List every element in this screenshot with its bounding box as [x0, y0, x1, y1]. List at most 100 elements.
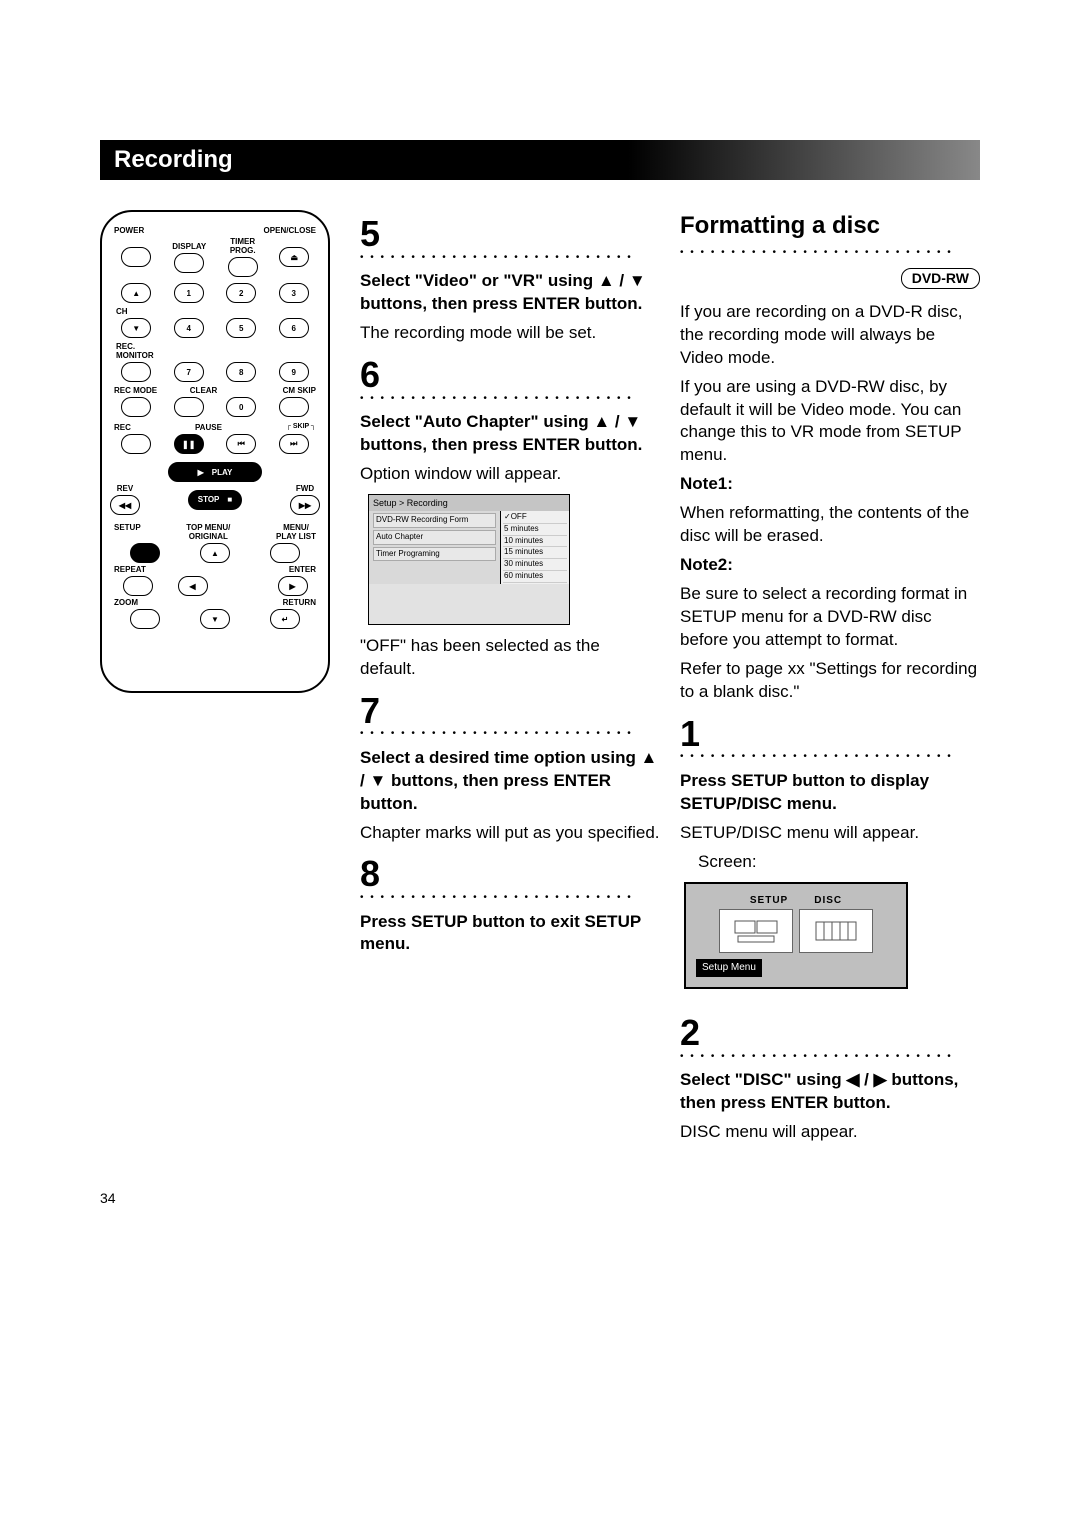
display-button[interactable] — [174, 253, 204, 273]
ow-opt-2: 10 minutes — [503, 536, 567, 548]
digit-2[interactable]: 2 — [226, 283, 256, 303]
ch-up-button[interactable]: ▲ — [121, 283, 151, 303]
digit-6[interactable]: 6 — [279, 318, 309, 338]
dvd-rw-badge: DVD-RW — [901, 268, 980, 289]
intro-1: If you are recording on a DVD-R disc, th… — [680, 301, 980, 370]
menuplaylist-label: MENU/ PLAY LIST — [276, 523, 316, 541]
fwd-label: FWD — [296, 484, 314, 493]
step-5-body: The recording mode will be set. — [360, 322, 660, 345]
step-6-after: "OFF" has been selected as the default. — [360, 635, 660, 681]
digit-7[interactable]: 7 — [174, 362, 204, 382]
timerprog-label: TIMER PROG. — [230, 237, 256, 255]
clear-label: CLEAR — [190, 386, 218, 395]
setup-button[interactable] — [130, 543, 160, 563]
disc-tab-label: DISC — [814, 894, 842, 908]
note2-text-b: Refer to page xx "Settings for recording… — [680, 658, 980, 704]
digit-5[interactable]: 5 — [226, 318, 256, 338]
enter-label: ENTER — [289, 565, 316, 574]
ch-label: CH — [116, 307, 314, 316]
digit-3[interactable]: 3 — [279, 283, 309, 303]
clear-button[interactable] — [174, 397, 204, 417]
ow-opt-3: 15 minutes — [503, 547, 567, 559]
cmskip-button[interactable] — [279, 397, 309, 417]
timerprog-button[interactable] — [228, 257, 258, 277]
ow-row-0: DVD-RW Recording Form — [373, 513, 496, 528]
nav-down-button[interactable]: ▼ — [200, 609, 230, 629]
skip-label: SKIP — [293, 423, 309, 430]
recmode-label: REC MODE — [114, 386, 157, 395]
zoom-label: ZOOM — [114, 598, 138, 607]
ow-row-2: Timer Programing — [373, 547, 496, 562]
ow-opt-4: 30 minutes — [503, 559, 567, 571]
setup-caption: Setup Menu — [696, 959, 762, 977]
pause-label: PAUSE — [195, 423, 222, 432]
pause-button[interactable]: ❚❚ — [174, 434, 204, 454]
setup-disc-screen: SETUP DISC — [684, 882, 908, 989]
step-7-instruction: Select a desired time option using ▲ / ▼… — [360, 747, 660, 816]
fwd-button[interactable]: ▶▶ — [290, 495, 320, 515]
openclose-button[interactable]: ⏏ — [279, 247, 309, 267]
nav-up-button[interactable]: ▲ — [200, 543, 230, 563]
rev-label: REV — [117, 484, 133, 493]
step-6-instruction: Select "Auto Chapter" using ▲ / ▼ button… — [360, 411, 660, 457]
display-label: DISPLAY — [172, 242, 206, 251]
ow-row-1: Auto Chapter — [373, 530, 496, 545]
section-header: Recording — [100, 140, 980, 180]
step-8-instruction: Press SETUP button to exit SETUP menu. — [360, 911, 660, 957]
power-label: POWER — [114, 226, 144, 235]
skip-fwd-button[interactable]: ⏭ — [279, 434, 309, 454]
setup-icon — [719, 909, 793, 953]
option-window-diagram: Setup > Recording DVD-RW Recording Form … — [368, 494, 570, 625]
digit-9[interactable]: 9 — [279, 362, 309, 382]
return-label: RETURN — [283, 598, 316, 607]
step-6-body: Option window will appear. — [360, 463, 660, 486]
setup-label: SETUP — [114, 523, 141, 541]
step-7-body: Chapter marks will put as you specified. — [360, 822, 660, 845]
digit-0[interactable]: 0 — [226, 397, 256, 417]
note2-label: Note2: — [680, 555, 733, 574]
step-2-instruction: Select "DISC" using ◀ / ▶ buttons, then … — [680, 1069, 980, 1115]
recmode-button[interactable] — [121, 397, 151, 417]
topmenu-label: TOP MENU/ ORIGINAL — [186, 523, 230, 541]
menu-button[interactable] — [270, 543, 300, 563]
option-window-title: Setup > Recording — [369, 495, 569, 511]
note2-text-a: Be sure to select a recording format in … — [680, 583, 980, 652]
ow-opt-0: ✓OFF — [503, 512, 567, 524]
middle-column: 5 • • • • • • • • • • • • • • • • • • • … — [360, 210, 660, 1150]
rec-label: REC — [114, 423, 131, 432]
openclose-label: OPEN/CLOSE — [264, 226, 316, 235]
rec-button[interactable] — [121, 434, 151, 454]
digit-8[interactable]: 8 — [226, 362, 256, 382]
intro-2: If you are using a DVD-RW disc, by defau… — [680, 376, 980, 468]
note1-text: When reformatting, the contents of the d… — [680, 502, 980, 548]
step-1-body2: Screen: — [680, 851, 980, 874]
right-column: Formatting a disc • • • • • • • • • • • … — [680, 210, 980, 1150]
page-number: 34 — [100, 1190, 980, 1206]
nav-left-button[interactable]: ◀ — [178, 576, 208, 596]
repeat-button[interactable] — [123, 576, 153, 596]
disc-icon — [799, 909, 873, 953]
recmonitor-button[interactable] — [121, 362, 151, 382]
play-button[interactable]: ▶ PLAY — [168, 462, 262, 482]
step-2-body: DISC menu will appear. — [680, 1121, 980, 1144]
remote-illustration: POWER OPEN/CLOSE DISPLAY TIMER PROG. ⏏ — [100, 210, 340, 1150]
ow-opt-1: 5 minutes — [503, 524, 567, 536]
nav-right-button[interactable]: ▶ — [278, 576, 308, 596]
digit-1[interactable]: 1 — [174, 283, 204, 303]
skip-back-button[interactable]: ⏮ — [226, 434, 256, 454]
step-1-body1: SETUP/DISC menu will appear. — [680, 822, 980, 845]
rev-button[interactable]: ◀◀ — [110, 495, 140, 515]
ch-down-button[interactable]: ▼ — [121, 318, 151, 338]
digit-4[interactable]: 4 — [174, 318, 204, 338]
note1-label: Note1: — [680, 474, 733, 493]
cmskip-label: CM SKIP — [283, 386, 316, 395]
step-5-instruction: Select "Video" or "VR" using ▲ / ▼ butto… — [360, 270, 660, 316]
zoom-button[interactable] — [130, 609, 160, 629]
ow-opt-5: 60 minutes — [503, 571, 567, 583]
stop-button[interactable]: STOP ■ — [188, 490, 242, 510]
return-button[interactable]: ↵ — [270, 609, 300, 629]
power-button[interactable] — [121, 247, 151, 267]
recmonitor-label: REC. MONITOR — [116, 342, 314, 360]
repeat-label: REPEAT — [114, 565, 146, 574]
formatting-title: Formatting a disc — [680, 210, 980, 242]
